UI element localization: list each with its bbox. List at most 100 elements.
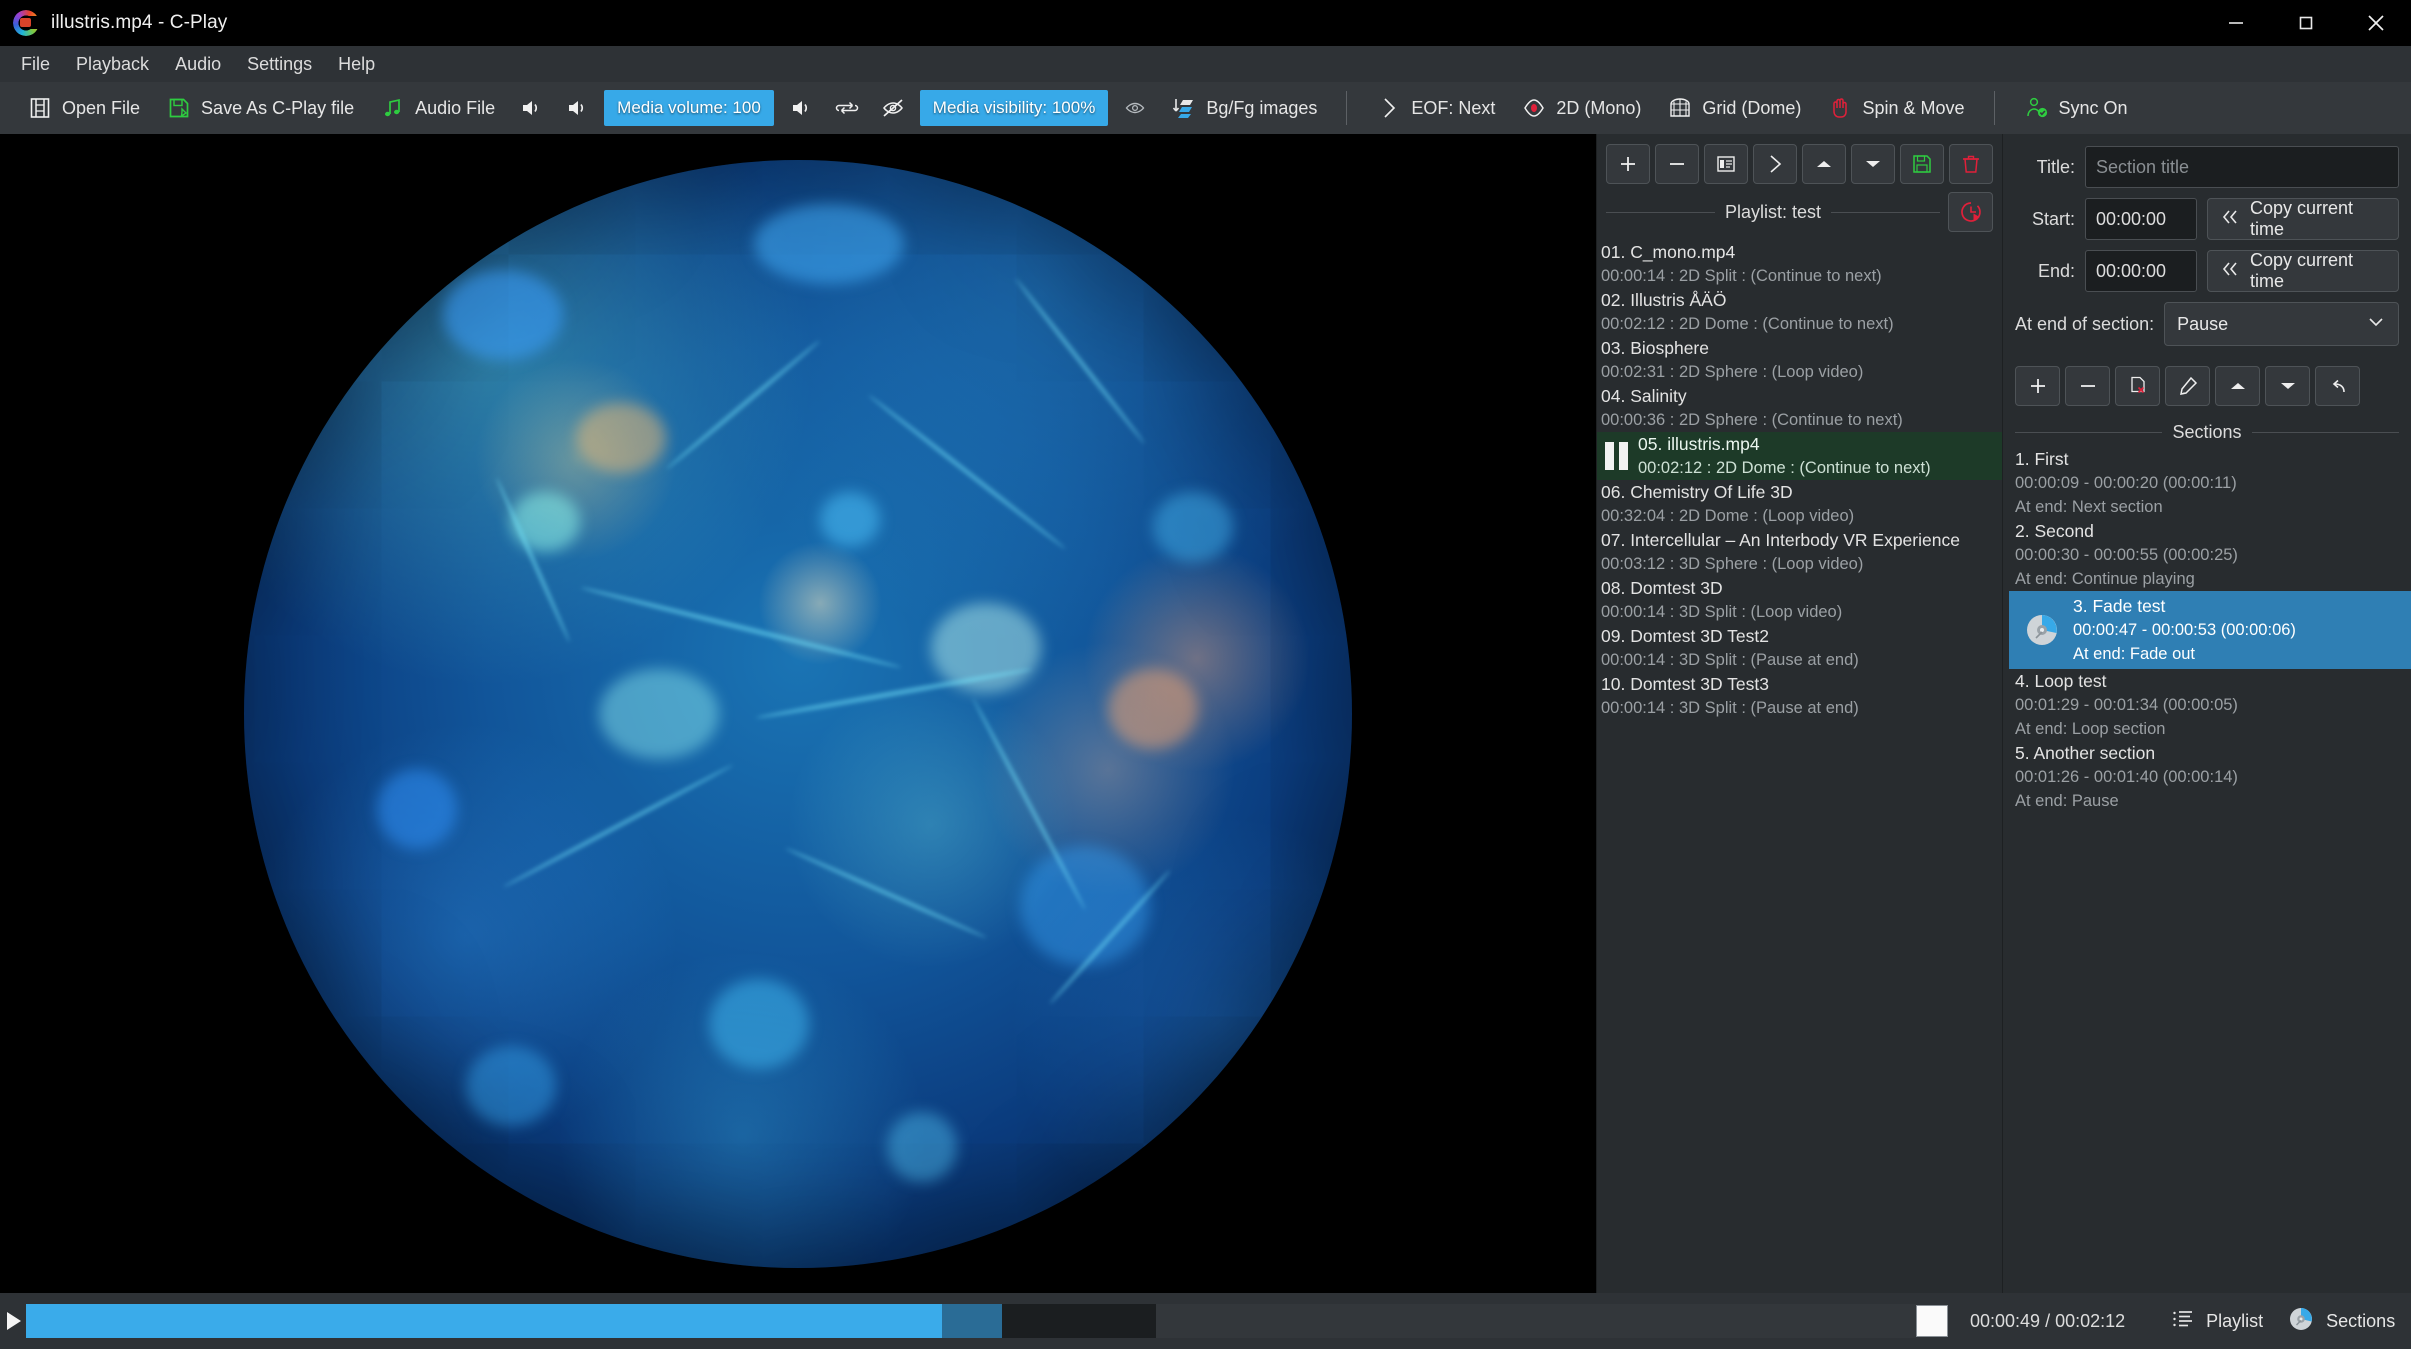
video-viewport[interactable]: [0, 134, 1596, 1293]
playlist-item[interactable]: 02. Illustris ÅÄÖ 00:02:12 : 2D Dome : (…: [1597, 288, 2002, 336]
playlist-add-button[interactable]: [1606, 144, 1650, 184]
volume-up-button[interactable]: [778, 89, 824, 127]
loop-toggle-button[interactable]: [824, 89, 870, 127]
loop-icon: [834, 95, 860, 121]
start-label: Start:: [2031, 208, 2075, 229]
section-name: 4. Loop test: [2015, 671, 2107, 691]
main-toolbar: Open File Save As C-Play file Audio File…: [0, 82, 2411, 134]
playlist-item-selected[interactable]: 05. illustris.mp4 00:02:12 : 2D Dome : (…: [1597, 432, 2002, 480]
section-item[interactable]: 5. Another section 00:01:26 - 00:01:40 (…: [2009, 741, 2411, 813]
playlist-item[interactable]: 06. Chemistry Of Life 3D 00:32:04 : 2D D…: [1597, 480, 2002, 528]
stop-button[interactable]: [1916, 1305, 1948, 1337]
section-item[interactable]: 2. Second 00:00:30 - 00:00:55 (00:00:25)…: [2009, 519, 2411, 591]
playlist-item-detail: 00:00:14 : 3D Split : (Loop video): [1601, 603, 1843, 621]
sync-button[interactable]: Sync On: [2011, 89, 2141, 127]
spin-move-button[interactable]: Spin & Move: [1814, 89, 1977, 127]
section-time: 00:00:09 - 00:00:20 (00:00:11): [2015, 474, 2237, 492]
section-item[interactable]: 4. Loop test 00:01:29 - 00:01:34 (00:00:…: [2009, 669, 2411, 741]
eye-icon: [1122, 95, 1148, 121]
at-end-select[interactable]: Pause: [2164, 302, 2399, 346]
sections-list[interactable]: 1. First 00:00:09 - 00:00:20 (00:00:11) …: [2003, 447, 2411, 1293]
section-remove-button[interactable]: [2065, 366, 2110, 406]
open-file-button[interactable]: Open File: [14, 89, 153, 127]
fade-visibility-button[interactable]: [870, 89, 916, 127]
media-visibility-badge[interactable]: Media visibility: 100%: [919, 90, 1109, 126]
sections-toggle-button[interactable]: Sections: [2275, 1301, 2407, 1342]
minimize-button[interactable]: [2201, 0, 2271, 46]
playlist-items[interactable]: 01. C_mono.mp4 00:00:14 : 2D Split : (Co…: [1597, 236, 2002, 1293]
sections-disc-icon: [2287, 1305, 2315, 1338]
playlist-item-detail: 00:03:12 : 3D Sphere : (Loop video): [1601, 555, 1864, 573]
save-as-cplay-label: Save As C-Play file: [201, 97, 355, 118]
playlist-item[interactable]: 09. Domtest 3D Test2 00:00:14 : 3D Split…: [1597, 624, 2002, 672]
media-volume-badge[interactable]: Media volume: 100: [604, 90, 774, 126]
eof-mode-button[interactable]: EOF: Next: [1363, 89, 1508, 127]
divider-left: [2015, 432, 2163, 433]
seek-bar[interactable]: [26, 1304, 1916, 1338]
playlist-item-name: 01. C_mono.mp4: [1601, 242, 1736, 262]
section-time: 00:00:30 - 00:00:55 (00:00:25): [2015, 546, 2238, 564]
volume-down-button[interactable]: [508, 89, 554, 127]
section-name: 5. Another section: [2015, 743, 2156, 763]
sync-user-icon: [2024, 95, 2050, 121]
section-revert-button[interactable]: [2315, 366, 2360, 406]
hand-icon: [1827, 95, 1853, 121]
playlist-item[interactable]: 01. C_mono.mp4 00:00:14 : 2D Split : (Co…: [1597, 240, 2002, 288]
menu-file[interactable]: File: [8, 50, 63, 79]
section-title-input[interactable]: Section title: [2085, 146, 2399, 188]
menu-audio[interactable]: Audio: [162, 50, 234, 79]
section-move-up-button[interactable]: [2215, 366, 2260, 406]
playlist-item[interactable]: 08. Domtest 3D 00:00:14 : 3D Split : (Lo…: [1597, 576, 2002, 624]
section-add-button[interactable]: [2015, 366, 2060, 406]
playlist-properties-button[interactable]: [1704, 144, 1748, 184]
playlist-timing-button[interactable]: [1948, 192, 1993, 232]
toolbar-separator-2: [1993, 91, 1995, 125]
section-move-down-button[interactable]: [2265, 366, 2310, 406]
playlist-item-name: 10. Domtest 3D Test3: [1601, 674, 1769, 694]
bg-fg-images-button[interactable]: Bg/Fg images: [1158, 89, 1330, 127]
playlist-toggle-label: Playlist: [2206, 1310, 2264, 1331]
section-item[interactable]: 1. First 00:00:09 - 00:00:20 (00:00:11) …: [2009, 447, 2411, 519]
copy-start-time-button[interactable]: Copy current time: [2207, 198, 2399, 240]
stereo-mode-button[interactable]: 2D (Mono): [1508, 89, 1654, 127]
play-button[interactable]: [0, 1293, 26, 1349]
seek-track[interactable]: [26, 1304, 1156, 1338]
volume-mute-button[interactable]: [554, 89, 600, 127]
close-button[interactable]: [2341, 0, 2411, 46]
playlist-save-button[interactable]: [1900, 144, 1944, 184]
playlist-delete-button[interactable]: [1949, 144, 1993, 184]
visibility-eye-button[interactable]: [1112, 89, 1158, 127]
menu-settings[interactable]: Settings: [234, 50, 325, 79]
playlist-item[interactable]: 04. Salinity 00:00:36 : 2D Sphere : (Con…: [1597, 384, 2002, 432]
speaker-low-icon: [518, 95, 544, 121]
maximize-button[interactable]: [2271, 0, 2341, 46]
playlist-item-detail: 00:00:36 : 2D Sphere : (Continue to next…: [1601, 411, 1903, 429]
copy-end-time-button[interactable]: Copy current time: [2207, 250, 2399, 292]
audio-file-button[interactable]: Audio File: [367, 89, 508, 127]
playlist-item-detail: 00:00:14 : 2D Split : (Continue to next): [1601, 267, 1882, 285]
playlist-toggle-button[interactable]: Playlist: [2159, 1303, 2275, 1340]
dome-render: [244, 159, 1352, 1268]
playlist-item[interactable]: 03. Biosphere 00:02:31 : 2D Sphere : (Lo…: [1597, 336, 2002, 384]
sections-header: Sections: [2172, 422, 2242, 442]
playlist-move-down-button[interactable]: [1851, 144, 1895, 184]
section-clear-all-button[interactable]: [2115, 366, 2160, 406]
playlist-panel: Playlist: test 01. C_mono.mp4 00:00:14 :…: [1596, 134, 2002, 1293]
menu-playback[interactable]: Playback: [63, 50, 162, 79]
playlist-remove-button[interactable]: [1655, 144, 1699, 184]
section-item-selected[interactable]: 3. Fade test 00:00:47 - 00:00:53 (00:00:…: [2009, 591, 2411, 669]
start-time-input[interactable]: 00:00:00: [2085, 198, 2197, 240]
playlist-next-button[interactable]: [1753, 144, 1797, 184]
playlist-item[interactable]: 07. Intercellular – An Interbody VR Expe…: [1597, 528, 2002, 576]
playlist-item[interactable]: 10. Domtest 3D Test3 00:00:14 : 3D Split…: [1597, 672, 2002, 720]
save-as-cplay-button[interactable]: Save As C-Play file: [153, 89, 367, 127]
playlist-move-up-button[interactable]: [1802, 144, 1846, 184]
at-end-row: At end of section: Pause: [2015, 302, 2399, 346]
title-row: Title: Section title: [2015, 146, 2399, 188]
menu-help[interactable]: Help: [325, 50, 388, 79]
grid-mode-button[interactable]: Grid (Dome): [1654, 89, 1814, 127]
seek-remainder[interactable]: [1156, 1304, 1916, 1338]
end-time-input[interactable]: 00:00:00: [2085, 250, 2197, 292]
section-edit-button[interactable]: [2165, 366, 2210, 406]
section-button-row: [2003, 362, 2411, 416]
